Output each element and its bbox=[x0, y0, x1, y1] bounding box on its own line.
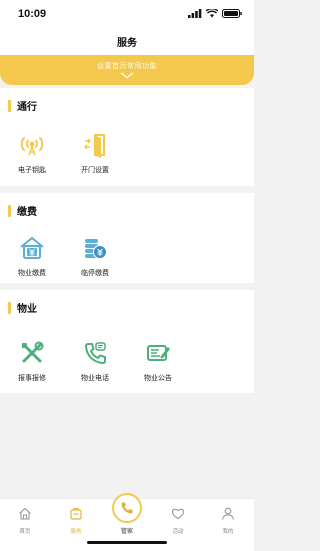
section-header: 物业 bbox=[8, 300, 37, 315]
property-notice-label: 物业公告 bbox=[144, 374, 172, 382]
tab-mine-label: 我的 bbox=[222, 529, 234, 535]
chevron-down-icon[interactable] bbox=[120, 72, 134, 79]
tab-butler[interactable]: 管家 bbox=[111, 493, 143, 535]
section-marker bbox=[8, 204, 11, 217]
property-payment-item[interactable]: 物业缴费 bbox=[7, 233, 57, 278]
electronic-key-item[interactable]: 电子钥匙 bbox=[7, 130, 57, 175]
report-repair-item[interactable]: 报事报修 bbox=[7, 338, 57, 383]
service-icon bbox=[70, 507, 82, 520]
status-icons bbox=[188, 9, 242, 18]
customize-banner[interactable]: 设置首页常用功能 bbox=[0, 55, 254, 85]
tab-service[interactable]: 服务 bbox=[56, 505, 96, 535]
section-header: 缴费 bbox=[8, 203, 37, 218]
tab-home-label: 首页 bbox=[19, 529, 31, 535]
property-payment-label: 物业缴费 bbox=[18, 269, 46, 277]
tools-icon bbox=[17, 338, 47, 368]
notice-icon bbox=[143, 338, 173, 368]
tab-service-label: 服务 bbox=[70, 529, 82, 535]
parking-payment-item[interactable]: 临停缴费 bbox=[70, 233, 120, 278]
electronic-key-label: 电子钥匙 bbox=[18, 166, 46, 174]
report-repair-label: 报事报修 bbox=[18, 374, 46, 382]
tab-home[interactable]: 首页 bbox=[5, 505, 45, 535]
tab-activity[interactable]: 活动 bbox=[158, 505, 198, 535]
status-bar: 10:09 bbox=[0, 0, 254, 26]
customize-banner-text[interactable]: 设置首页常用功能 bbox=[0, 61, 254, 71]
door-settings-label: 开门设置 bbox=[81, 166, 109, 174]
nav-bar: 服务 bbox=[0, 26, 254, 55]
section-property: 物业 报事报修 物业电话 物业公告 bbox=[0, 290, 254, 393]
section-title: 缴费 bbox=[17, 207, 37, 218]
section-payment: 缴费 物业缴费 临停缴费 bbox=[0, 193, 254, 283]
home-indicator bbox=[87, 541, 167, 544]
heart-icon bbox=[171, 508, 185, 520]
house-yen-icon bbox=[17, 233, 47, 263]
butler-button[interactable] bbox=[112, 493, 142, 523]
wifi-icon bbox=[206, 9, 218, 18]
coins-yen-icon bbox=[80, 233, 110, 263]
page-title: 服务 bbox=[117, 38, 137, 49]
door-settings-item[interactable]: 开门设置 bbox=[70, 130, 120, 175]
user-icon bbox=[221, 507, 235, 520]
cellular-signal-icon bbox=[188, 9, 202, 18]
tab-mine[interactable]: 我的 bbox=[208, 505, 248, 535]
section-title: 物业 bbox=[17, 304, 37, 315]
section-title: 通行 bbox=[17, 102, 37, 113]
parking-payment-label: 临停缴费 bbox=[81, 269, 109, 277]
section-marker bbox=[8, 301, 11, 314]
section-header: 通行 bbox=[8, 98, 37, 113]
home-icon bbox=[19, 507, 31, 520]
signal-key-icon bbox=[17, 130, 47, 160]
section-marker bbox=[8, 99, 11, 112]
property-notice-item[interactable]: 物业公告 bbox=[133, 338, 183, 383]
status-time: 10:09 bbox=[18, 8, 47, 20]
battery-icon bbox=[222, 9, 242, 18]
property-phone-item[interactable]: 物业电话 bbox=[70, 338, 120, 383]
phone-icon bbox=[80, 338, 110, 368]
door-icon bbox=[80, 130, 110, 160]
property-phone-label: 物业电话 bbox=[81, 374, 109, 382]
phone-handset-icon bbox=[121, 502, 133, 514]
tab-activity-label: 活动 bbox=[172, 529, 184, 535]
tab-butler-label: 管家 bbox=[120, 528, 133, 535]
section-access: 通行 电子钥匙 开门设置 bbox=[0, 88, 254, 186]
